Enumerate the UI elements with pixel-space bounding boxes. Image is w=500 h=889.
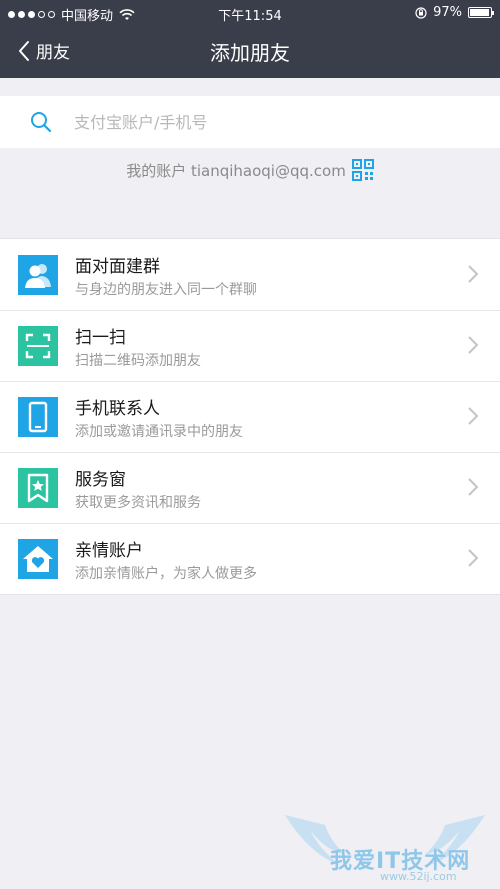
my-account-label: 我的账户 tianqihaoqi@qq.com — [126, 161, 346, 180]
face-to-face-group-item[interactable]: 面对面建群 与身边的朋友进入同一个群聊 — [0, 239, 500, 310]
battery-icon — [468, 7, 494, 18]
item-title: 手机联系人 — [75, 399, 160, 419]
item-title: 服务窗 — [75, 470, 126, 490]
chevron-right-icon — [468, 478, 478, 496]
item-subtitle: 获取更多资讯和服务 — [75, 495, 201, 511]
orientation-lock-icon — [415, 6, 427, 19]
search-input[interactable] — [74, 108, 474, 136]
phone-contacts-item[interactable]: 手机联系人 添加或邀请通讯录中的朋友 — [0, 381, 500, 452]
battery-percent: 97% — [433, 5, 462, 20]
item-title: 扫一扫 — [75, 328, 126, 348]
watermark-url: www.52ij.com — [380, 870, 457, 883]
chevron-right-icon — [468, 265, 478, 283]
item-title: 亲情账户 — [75, 541, 143, 561]
service-window-item[interactable]: 服务窗 获取更多资讯和服务 — [0, 452, 500, 523]
chevron-right-icon — [468, 549, 478, 567]
item-subtitle: 与身边的朋友进入同一个群聊 — [75, 282, 257, 298]
item-subtitle: 添加亲情账户，为家人做更多 — [75, 566, 257, 582]
page-title: 添加朋友 — [210, 41, 290, 65]
item-subtitle: 扫描二维码添加朋友 — [75, 353, 201, 369]
status-bar: 中国移动 下午11:54 97% — [0, 0, 500, 26]
scan-icon — [18, 326, 58, 366]
bookmark-star-icon — [18, 468, 58, 508]
chevron-right-icon — [468, 336, 478, 354]
home-heart-icon — [18, 539, 58, 579]
header: 中国移动 下午11:54 97% 朋友 添加朋友 — [0, 0, 500, 78]
phone-icon — [18, 397, 58, 437]
chevron-right-icon — [468, 407, 478, 425]
item-subtitle: 添加或邀请通讯录中的朋友 — [75, 424, 243, 440]
item-title: 面对面建群 — [75, 257, 160, 277]
people-icon — [18, 255, 58, 295]
search-icon — [31, 112, 52, 133]
add-friend-options: 面对面建群 与身边的朋友进入同一个群聊 扫一扫 扫描二维码添加朋友 手机联系人 … — [0, 238, 500, 595]
navigation-bar: 朋友 添加朋友 — [0, 26, 500, 78]
qr-code-icon[interactable] — [351, 159, 374, 181]
family-account-item[interactable]: 亲情账户 添加亲情账户，为家人做更多 — [0, 523, 500, 594]
my-account: 我的账户 tianqihaoqi@qq.com — [0, 159, 500, 181]
scan-item[interactable]: 扫一扫 扫描二维码添加朋友 — [0, 310, 500, 381]
search-bar — [0, 96, 500, 148]
